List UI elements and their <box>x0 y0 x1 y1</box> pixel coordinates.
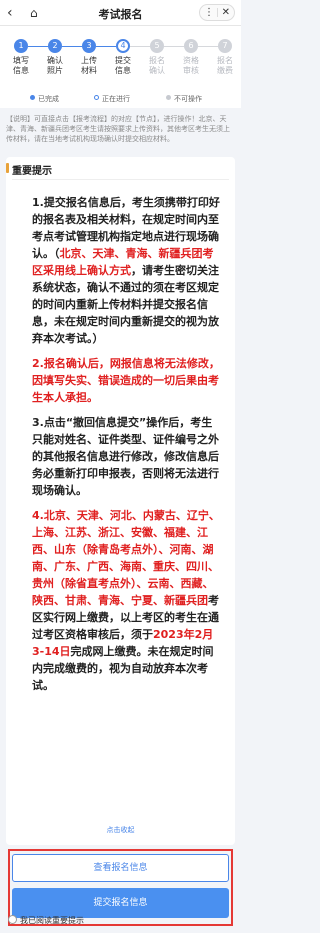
agree-checkbox[interactable] <box>8 915 17 924</box>
step-label: 报名 缴费 <box>217 56 233 75</box>
step-upload-materials[interactable]: 3 上传 材料 <box>74 39 104 76</box>
done-dot-icon <box>30 95 35 100</box>
more-icon[interactable]: ⋮ <box>204 5 214 20</box>
step-number: 5 <box>150 39 164 53</box>
agree-label: 我已阅读重要提示 <box>20 916 84 925</box>
step-qualification-review: 6 资格 审核 <box>176 39 206 76</box>
step-number: 4 <box>116 39 130 53</box>
legend-disabled: 不可操作 <box>166 94 202 104</box>
mini-program-capsule: ⋮ ✕ <box>199 4 235 21</box>
top-nav-bar: ‹ ⌂ 考试报名 ⋮ ✕ <box>0 0 241 26</box>
step-number: 6 <box>184 39 198 53</box>
capsule-divider <box>217 8 218 17</box>
registration-steps: 1 填写 信息 2 确认 照片 3 上传 材料 4 提交 信息 5 报名 确认 6 资格审… <box>0 26 241 108</box>
title-accent-bar <box>6 163 9 173</box>
current-dot-icon <box>94 95 99 100</box>
submit-registration-button[interactable]: 提交报名信息 <box>12 888 229 918</box>
divider <box>12 179 229 180</box>
note-1: 1.提交报名信息后，考生须携带打印好的报名表及相关材料，在规定时间内至考点考试管… <box>32 196 220 345</box>
step-submit-info[interactable]: 4 提交 信息 <box>108 39 138 76</box>
note-3: 3.点击“撤回信息提交”操作后，考生只能对姓名、证件类型、证件编号之外的其他报名… <box>32 416 219 497</box>
step-label: 确认 照片 <box>47 56 63 75</box>
step-registration-confirm: 5 报名 确认 <box>142 39 172 76</box>
step-label: 报名 确认 <box>149 56 165 75</box>
legend-current: 正在进行 <box>94 94 130 104</box>
note-2: 2.报名确认后，网报信息将无法修改，因填写失实、错误造成的一切后果由考生本人承担… <box>32 357 220 404</box>
notes-content: 1.提交报名信息后，考生须携带打印好的报名表及相关材料，在规定时间内至考点考试管… <box>32 194 220 702</box>
note-4: 4.北京、天津、河北、内蒙古、辽宁、上海、江苏、浙江、安徽、福建、江西、山东（除… <box>32 509 220 692</box>
step-number: 2 <box>48 39 62 53</box>
step-label: 资格 审核 <box>183 56 199 75</box>
notice-text: 【说明】可直接点击【报考流程】的对应【节点】，进行操作！北京、天津、青海、新疆兵… <box>6 115 230 143</box>
step-number: 3 <box>82 39 96 53</box>
close-icon[interactable]: ✕ <box>222 5 230 20</box>
step-number: 1 <box>14 39 28 53</box>
view-registration-button[interactable]: 查看报名信息 <box>12 854 229 882</box>
card-title: 重要提示 <box>12 166 52 177</box>
step-fill-info[interactable]: 1 填写 信息 <box>6 39 36 76</box>
steps-legend: 已完成 正在进行 不可操作 <box>0 94 241 104</box>
step-label: 上传 材料 <box>81 56 97 75</box>
step-label: 填写 信息 <box>13 56 29 75</box>
collapse-link[interactable]: 点击收起 <box>6 825 235 835</box>
disabled-dot-icon <box>166 95 171 100</box>
step-confirm-photo[interactable]: 2 确认 照片 <box>40 39 70 76</box>
legend-done: 已完成 <box>30 94 59 104</box>
step-number: 7 <box>218 39 232 53</box>
step-label: 提交 信息 <box>115 56 131 75</box>
important-notes-card: 重要提示 1.提交报名信息后，考生须携带打印好的报名表及相关材料，在规定时间内至… <box>6 157 235 845</box>
step-payment: 7 报名 缴费 <box>210 39 240 76</box>
agree-checkbox-row[interactable]: 我已阅读重要提示 <box>8 915 84 927</box>
